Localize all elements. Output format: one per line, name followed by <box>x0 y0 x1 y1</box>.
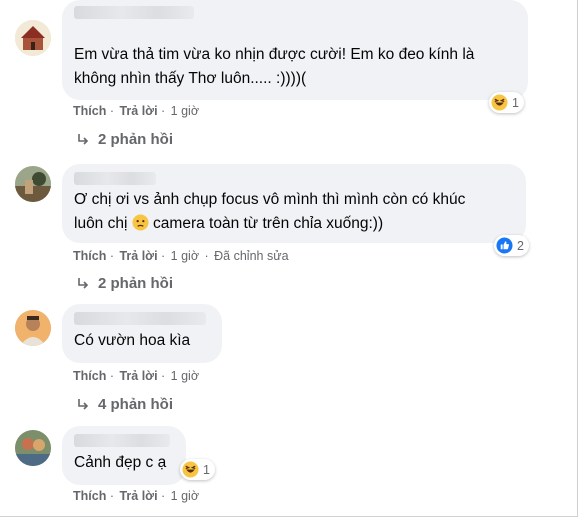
comment-text: Em vừa thả tim vừa ko nhịn được cười! Em… <box>74 46 475 87</box>
comment-text: Ơ chị ơi vs ảnh chụp focus vô mình thì m… <box>74 191 466 232</box>
commenter-name-redacted[interactable] <box>74 434 170 447</box>
replies-count: 2 phản hồi <box>98 275 173 292</box>
comment-bubble: Có vườn hoa kìa <box>62 304 222 363</box>
like-button[interactable]: Thích <box>73 249 106 263</box>
commenter-name-redacted[interactable] <box>74 172 156 185</box>
view-replies-button[interactable]: 2 phản hồi <box>76 131 173 148</box>
reply-arrow-icon <box>78 398 89 410</box>
like-button[interactable]: Thích <box>73 369 106 383</box>
reaction-count: 1 <box>203 462 210 477</box>
view-replies-button[interactable]: 4 phản hồi <box>76 396 173 413</box>
comment-actions: Thích · Trả lời · 1 giờ <box>73 489 200 503</box>
replies-count: 2 phản hồi <box>98 131 173 148</box>
edited-label[interactable]: Đã chỉnh sửa <box>214 249 288 263</box>
like-icon <box>496 237 513 254</box>
reply-arrow-icon <box>78 133 89 145</box>
comment-time[interactable]: 1 giờ <box>171 104 199 118</box>
reaction-summary[interactable]: 1 <box>180 459 215 480</box>
comment-bubble: Cảnh đẹp c ạ <box>62 426 186 485</box>
haha-icon <box>491 94 508 111</box>
commenter-name-redacted[interactable] <box>74 6 194 19</box>
comment-text: Cảnh đẹp c ạ <box>74 454 167 471</box>
comment-bubble: Em vừa thả tim vừa ko nhịn được cười! Em… <box>62 0 528 100</box>
comment-time[interactable]: 1 giờ <box>171 369 199 383</box>
reply-button[interactable]: Trả lời <box>119 489 157 503</box>
reply-button[interactable]: Trả lời <box>119 249 157 263</box>
reaction-summary[interactable]: 2 <box>494 235 529 256</box>
replies-count: 4 phản hồi <box>98 396 173 413</box>
haha-icon <box>182 461 199 478</box>
comment-time[interactable]: 1 giờ <box>171 489 199 503</box>
view-replies-button[interactable]: 2 phản hồi <box>76 275 173 292</box>
reaction-count: 2 <box>517 238 524 253</box>
comment-bubble: Ơ chị ơi vs ảnh chụp focus vô mình thì m… <box>62 164 526 243</box>
like-button[interactable]: Thích <box>73 489 106 503</box>
like-button[interactable]: Thích <box>73 104 106 118</box>
comment-actions: Thích · Trả lời · 1 giờ <box>73 104 200 118</box>
comment-text: Có vườn hoa kìa <box>74 332 191 349</box>
reaction-summary[interactable]: 1 <box>489 92 524 113</box>
reply-arrow-icon <box>78 277 89 289</box>
comment-actions: Thích · Trả lời · 1 giờ · Đã chỉnh sửa <box>73 249 289 263</box>
avatar[interactable] <box>15 310 51 346</box>
commenter-name-redacted[interactable] <box>74 312 206 325</box>
reply-button[interactable]: Trả lời <box>119 369 157 383</box>
comment-time[interactable]: 1 giờ <box>171 249 199 263</box>
avatar[interactable] <box>15 166 51 202</box>
sad-emoji-icon <box>132 214 149 231</box>
comment-actions: Thích · Trả lời · 1 giờ <box>73 369 200 383</box>
comment-thread: Em vừa thả tim vừa ko nhịn được cười! Em… <box>0 0 578 517</box>
reply-button[interactable]: Trả lời <box>119 104 157 118</box>
reaction-count: 1 <box>512 95 519 110</box>
avatar[interactable] <box>15 430 51 466</box>
avatar[interactable] <box>15 20 51 56</box>
